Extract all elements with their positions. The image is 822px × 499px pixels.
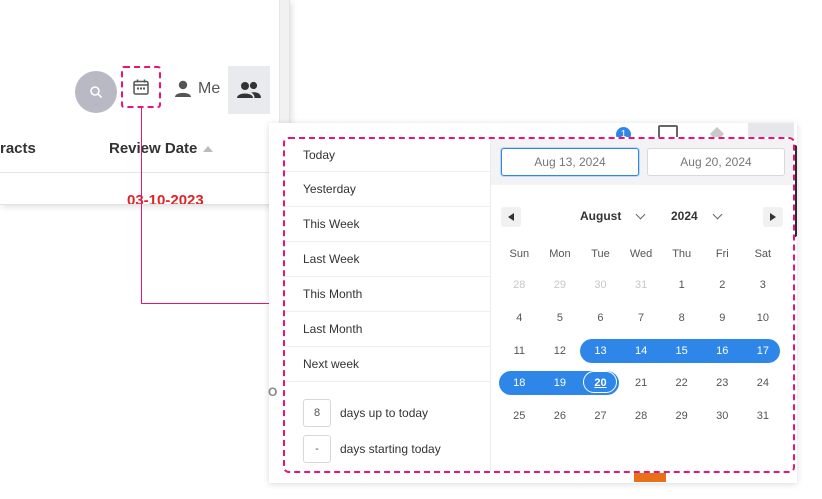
calendar-week: 25 26 27 28 29 30 31 xyxy=(499,400,787,433)
calendar-week: 18 19 20 21 22 23 24 xyxy=(499,367,787,400)
range-start-day[interactable]: 13 xyxy=(580,339,621,363)
year-select[interactable]: 2024 xyxy=(671,209,723,223)
callout-connector xyxy=(141,303,277,304)
team-filter-button[interactable] xyxy=(228,66,270,114)
calendar-day-selected[interactable]: 14 xyxy=(621,339,662,363)
weekday-label: Wed xyxy=(629,248,653,260)
range-end-day[interactable]: 20 xyxy=(580,371,621,395)
calendar-day-selected[interactable]: 16 xyxy=(702,339,743,363)
calendar-week: 4 5 6 7 8 9 10 xyxy=(499,302,787,335)
arrow-right-icon xyxy=(770,213,776,221)
calendar-day-selected[interactable]: 18 xyxy=(499,371,540,395)
person-icon xyxy=(175,80,191,97)
preset-next-week[interactable]: Next week xyxy=(285,347,490,382)
calendar-day[interactable]: 11 xyxy=(499,339,540,363)
start-date-input[interactable]: Aug 13, 2024 xyxy=(501,148,639,176)
days-starting-today-label: days starting today xyxy=(340,442,441,456)
preset-yesterday[interactable]: Yesterday xyxy=(285,172,490,207)
weekday-header: Sun Mon Tue Wed Thu Fri Sat xyxy=(499,239,787,269)
header-divider xyxy=(0,172,280,173)
calendar-day[interactable]: 31 xyxy=(743,404,784,428)
month-value: August xyxy=(580,209,622,223)
calendar-day[interactable]: 22 xyxy=(661,371,702,395)
calendar-day[interactable]: 29 xyxy=(661,404,702,428)
calendar-week: 28 29 30 31 1 2 3 xyxy=(499,269,787,302)
calendar-day[interactable]: 27 xyxy=(580,404,621,428)
days-starting-today-input[interactable]: - xyxy=(303,435,331,463)
calendar-day[interactable]: 6 xyxy=(580,306,621,330)
end-date-input[interactable]: Aug 20, 2024 xyxy=(647,148,785,176)
relative-range-inputs: 8 days up to today - days starting today xyxy=(285,395,441,467)
people-icon xyxy=(237,81,261,98)
previous-month-button[interactable] xyxy=(501,207,521,227)
days-up-to-today-row: 8 days up to today xyxy=(285,395,441,431)
arrow-left-icon xyxy=(508,213,514,221)
preset-last-month[interactable]: Last Month xyxy=(285,312,490,347)
calendar-day[interactable]: 1 xyxy=(661,273,702,297)
calendar-day[interactable]: 21 xyxy=(621,371,662,395)
calendar-grid: Sun Mon Tue Wed Thu Fri Sat 28 29 30 31 … xyxy=(499,239,787,432)
weekday-label: Sun xyxy=(509,248,530,260)
calendar-day[interactable]: 28 xyxy=(621,404,662,428)
preset-last-week[interactable]: Last Week xyxy=(285,242,490,277)
sort-ascending-icon xyxy=(203,145,214,152)
month-navigation: August 2024 xyxy=(491,205,793,229)
calendar-panel: Aug 13, 2024 Aug 20, 2024 August 2024 Su… xyxy=(491,139,793,471)
weekday-label: Mon xyxy=(549,248,571,260)
chevron-down-icon xyxy=(712,209,723,219)
column-header-label: Review Date xyxy=(109,140,198,157)
calendar-day-selected[interactable]: 17 xyxy=(743,339,784,363)
column-header-contracts[interactable]: racts xyxy=(0,140,36,157)
preset-today[interactable]: Today xyxy=(285,139,490,172)
date-range-inputs: Aug 13, 2024 Aug 20, 2024 xyxy=(491,139,793,185)
next-month-button[interactable] xyxy=(763,207,783,227)
me-filter-button[interactable]: Me xyxy=(172,71,220,107)
callout-connector xyxy=(141,108,142,304)
calendar-day[interactable]: 30 xyxy=(702,404,743,428)
calendar-day[interactable]: 8 xyxy=(661,306,702,330)
me-label: Me xyxy=(198,80,221,97)
column-header-review-date[interactable]: Review Date xyxy=(109,140,214,157)
search-icon xyxy=(90,86,103,99)
preset-list: Today Yesterday This Week Last Week This… xyxy=(285,139,491,471)
partial-label: O xyxy=(268,385,278,399)
calendar-day[interactable]: 31 xyxy=(621,273,662,297)
calendar-day[interactable]: 7 xyxy=(621,306,662,330)
calendar-day[interactable]: 30 xyxy=(580,273,621,297)
calendar-day[interactable]: 9 xyxy=(702,306,743,330)
calendar-day[interactable]: 25 xyxy=(499,404,540,428)
review-date-value: 03-10-2023 xyxy=(127,192,204,205)
calendar-day[interactable]: 3 xyxy=(743,273,784,297)
preset-this-month[interactable]: This Month xyxy=(285,277,490,312)
calendar-day[interactable]: 5 xyxy=(540,306,581,330)
calendar-day[interactable]: 26 xyxy=(540,404,581,428)
search-button[interactable] xyxy=(75,71,117,113)
screenshot-stage: Me racts Review Date 03-10-2023 1 O Toda… xyxy=(0,0,822,499)
days-up-to-today-label: days up to today xyxy=(340,406,429,420)
month-select[interactable]: August xyxy=(580,209,646,223)
range-end-label: 20 xyxy=(583,371,618,394)
date-range-picker: Today Yesterday This Week Last Week This… xyxy=(283,137,795,473)
weekday-label: Tue xyxy=(591,248,610,260)
calendar-day[interactable]: 28 xyxy=(499,273,540,297)
calendar-week: 11 12 13 14 15 16 17 xyxy=(499,334,787,367)
weekday-label: Thu xyxy=(672,248,692,260)
chevron-down-icon xyxy=(635,209,646,219)
calendar-day[interactable]: 29 xyxy=(540,273,581,297)
calendar-day[interactable]: 23 xyxy=(702,371,743,395)
weekday-label: Fri xyxy=(715,248,729,260)
calendar-day[interactable]: 10 xyxy=(743,306,784,330)
calendar-day[interactable]: 4 xyxy=(499,306,540,330)
days-up-to-today-input[interactable]: 8 xyxy=(303,399,331,427)
calendar-button-highlight xyxy=(121,66,161,108)
calendar-day-selected[interactable]: 15 xyxy=(661,339,702,363)
year-value: 2024 xyxy=(671,209,698,223)
calendar-day[interactable]: 2 xyxy=(702,273,743,297)
calendar-day-selected[interactable]: 19 xyxy=(540,371,581,395)
weekday-label: Sat xyxy=(754,248,772,260)
calendar-day[interactable]: 12 xyxy=(540,339,581,363)
preset-this-week[interactable]: This Week xyxy=(285,207,490,242)
days-starting-today-row: - days starting today xyxy=(285,431,441,467)
calendar-day[interactable]: 24 xyxy=(743,371,784,395)
